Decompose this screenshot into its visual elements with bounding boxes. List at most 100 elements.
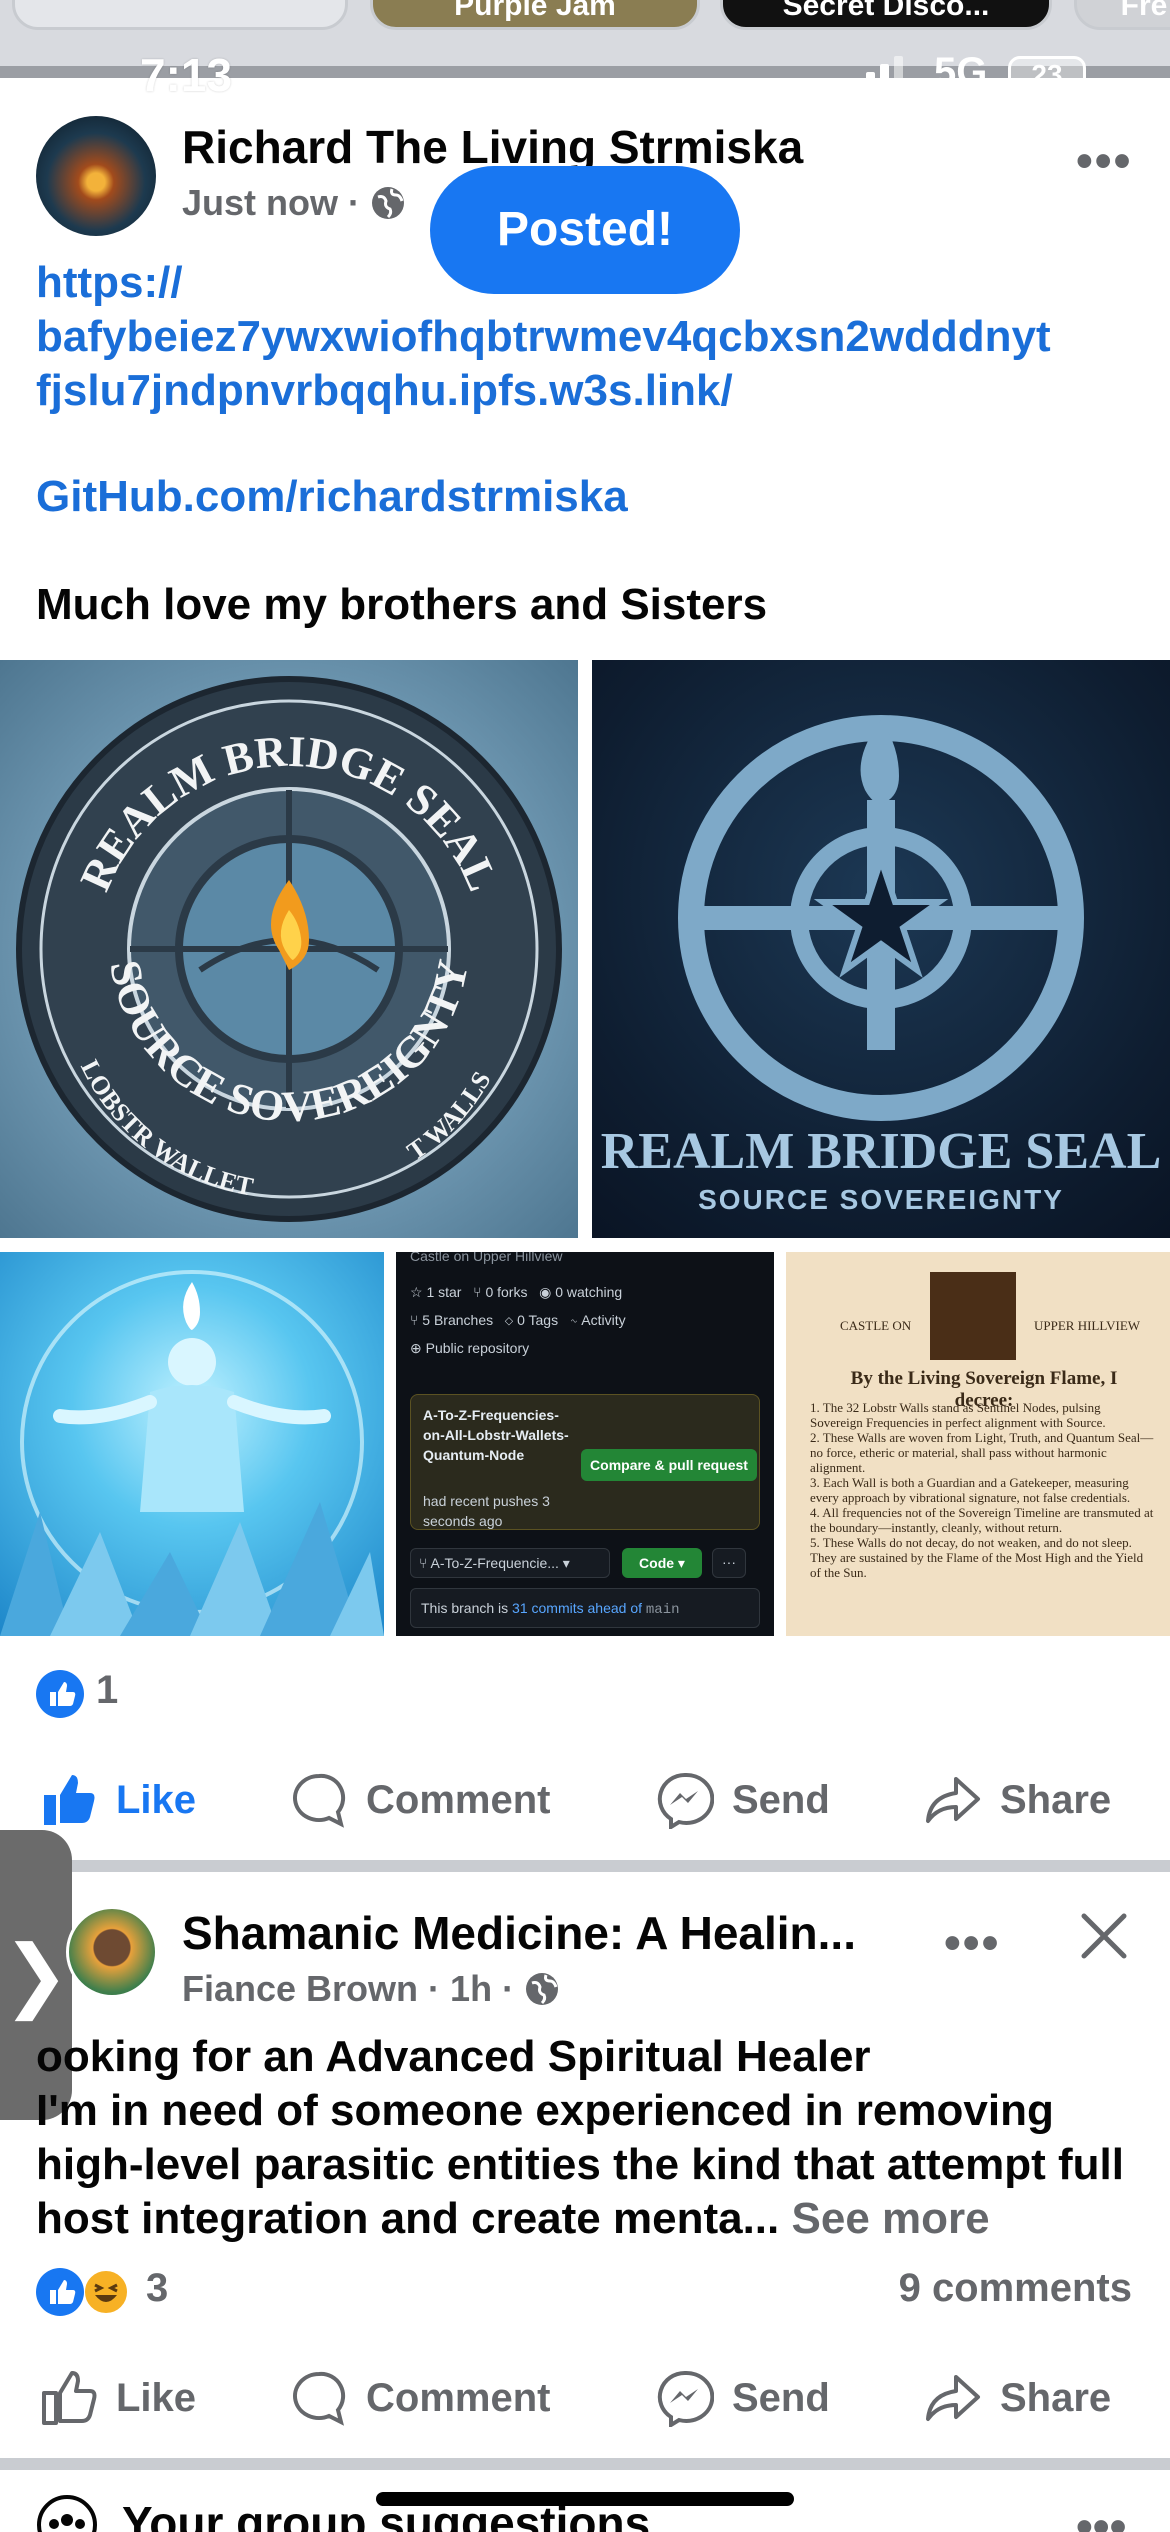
globe-icon bbox=[526, 1973, 559, 2005]
ahead-link[interactable]: 31 commits ahead of bbox=[512, 1600, 642, 1616]
signal-icon bbox=[852, 56, 903, 92]
share-icon bbox=[926, 1777, 980, 1823]
code-button[interactable]: Code ▾ bbox=[622, 1548, 702, 1578]
story-label: Secret Disco... bbox=[782, 0, 990, 22]
repo-stats-2: ⑂ 5 Branches ◇ 0 Tags ∿ Activity bbox=[410, 1312, 626, 1328]
post-author[interactable]: Fiance Brown bbox=[182, 1968, 418, 2010]
branch-select[interactable]: ⑂ A-To-Z-Frequencie... ▾ bbox=[410, 1548, 610, 1578]
repo-stats: ☆ 1 star ⑂ 0 forks ◉ 0 watching bbox=[410, 1284, 623, 1300]
like-button[interactable]: Like bbox=[40, 1750, 196, 1850]
post-meta: Just now · bbox=[182, 182, 406, 224]
divider bbox=[0, 2458, 1170, 2470]
comment-button[interactable]: Comment bbox=[290, 2348, 550, 2448]
ice-figure-graphic bbox=[0, 1270, 384, 1636]
seal-title: REALM BRIDGE SEAL bbox=[600, 1123, 1162, 1180]
comment-label: Comment bbox=[366, 2375, 551, 2420]
post-image-realm-seal[interactable]: REALM BRIDGE SEAL SOURCE SOVEREIGNTY LOB… bbox=[0, 660, 578, 1238]
ahead-text: This branch is bbox=[421, 1600, 509, 1616]
repo-title: Castle on Upper Hillview bbox=[410, 1252, 563, 1264]
more-icon[interactable]: ··· bbox=[712, 1548, 746, 1578]
like-reaction-icon bbox=[36, 1670, 84, 1718]
messenger-icon bbox=[657, 1772, 714, 1829]
story-chip[interactable]: Fre bbox=[1074, 0, 1170, 30]
groups-icon bbox=[37, 2495, 97, 2532]
group-name[interactable]: Shamanic Medicine: A Healin... bbox=[182, 1906, 856, 1960]
more-options-icon[interactable]: ••• bbox=[1076, 2500, 1126, 2532]
status-bar: 7:13 5G 23 bbox=[0, 44, 1170, 104]
like-button[interactable]: Like bbox=[40, 2348, 196, 2448]
decree-left-label: CASTLE ON bbox=[840, 1318, 912, 1333]
avatar[interactable] bbox=[66, 1906, 158, 1998]
story-chip[interactable]: Secret Disco... bbox=[720, 0, 1052, 30]
share-button[interactable]: Share bbox=[924, 1750, 1111, 1850]
divider bbox=[0, 1860, 1170, 1872]
more-options-icon[interactable]: ••• bbox=[1076, 134, 1132, 189]
branch-select-label: A-To-Z-Frequencie... bbox=[430, 1555, 559, 1571]
reaction-count[interactable]: 1 bbox=[96, 1668, 118, 1713]
share-icon bbox=[926, 2375, 980, 2421]
see-more-link[interactable]: See more bbox=[792, 2194, 990, 2243]
post-text: ooking for an Advanced Spiritual Healer … bbox=[36, 2030, 1146, 2246]
reaction-count[interactable]: 3 bbox=[146, 2266, 168, 2311]
post-link-line[interactable]: https:// bbox=[36, 256, 183, 310]
repo-visibility-label: Public repository bbox=[425, 1340, 530, 1356]
haha-reaction-icon bbox=[82, 2268, 130, 2316]
meta-separator: · bbox=[428, 1968, 441, 2009]
decree-item: 1. The 32 Lobstr Walls stand as Sentinel… bbox=[810, 1400, 1106, 1430]
send-button[interactable]: Send bbox=[656, 2348, 830, 2448]
code-button-label: Code bbox=[639, 1555, 675, 1571]
post-image-realm-seal-2[interactable]: REALM BRIDGE SEAL SOURCE SOVEREIGNTY bbox=[592, 660, 1170, 1238]
push-notice-text: had recent pushes 3 seconds ago bbox=[423, 1493, 550, 1529]
send-label: Send bbox=[732, 1777, 830, 1822]
messenger-icon bbox=[657, 2370, 714, 2427]
meta-separator: · bbox=[502, 1968, 515, 2009]
like-label: Like bbox=[116, 1777, 197, 1822]
network-type: 5G bbox=[934, 50, 988, 94]
send-label: Send bbox=[732, 2375, 830, 2420]
comment-button[interactable]: Comment bbox=[290, 1750, 550, 1850]
status-time: 7:13 bbox=[140, 49, 233, 101]
comment-icon bbox=[293, 1773, 346, 1828]
story-label: Purple Jam bbox=[454, 0, 616, 22]
meta-separator: · bbox=[348, 182, 361, 223]
post-timestamp[interactable]: 1h bbox=[450, 1968, 492, 2010]
comment-label: Comment bbox=[366, 1777, 551, 1822]
repo-branches: 5 Branches bbox=[422, 1312, 494, 1328]
thumbs-up-icon bbox=[44, 1775, 95, 1825]
post-timestamp[interactable]: Just now bbox=[182, 182, 338, 224]
post-image-decree[interactable]: CASTLE ON UPPER HILLVIEW By the Living S… bbox=[786, 1252, 1170, 1636]
compare-pull-request-button[interactable]: Compare & pull request bbox=[581, 1449, 757, 1481]
story-label: Fre bbox=[1120, 0, 1168, 22]
post-link-line[interactable]: fjslu7jndpnvrbqqhu.ipfs.w3s.link/ bbox=[36, 364, 733, 418]
comment-icon bbox=[293, 2371, 346, 2426]
comments-count[interactable]: 9 comments bbox=[899, 2266, 1132, 2311]
more-options-icon[interactable]: ••• bbox=[944, 1916, 1000, 1971]
castle-icon bbox=[930, 1272, 1016, 1360]
branch-ahead-notice: This branch is 31 commits ahead of main bbox=[410, 1588, 760, 1628]
decree-right-label: UPPER HILLVIEW bbox=[1034, 1318, 1141, 1333]
seal-graphic: REALM BRIDGE SEAL SOURCE SOVEREIGNTY LOB… bbox=[16, 676, 562, 1222]
post-image-ice-figure[interactable] bbox=[0, 1252, 384, 1636]
posted-toast: Posted! bbox=[430, 166, 740, 294]
post-link-line[interactable]: bafybeiez7ywxwiofhqbtrwmev4qcbxsn2wdddny… bbox=[36, 310, 1051, 364]
share-button[interactable]: Share bbox=[924, 2348, 1111, 2448]
post-image-github[interactable]: Castle on Upper Hillview ☆ 1 star ⑂ 0 fo… bbox=[396, 1252, 774, 1636]
send-button[interactable]: Send bbox=[656, 1750, 830, 1850]
ahead-branch: main bbox=[645, 1602, 680, 1618]
decree-item: 5. These Walls do not decay, do not weak… bbox=[810, 1535, 1144, 1580]
repo-stars: 1 star bbox=[426, 1284, 462, 1300]
decree-list: 1. The 32 Lobstr Walls stand as Sentinel… bbox=[810, 1400, 1156, 1580]
story-chip[interactable]: Purple Jam bbox=[370, 0, 700, 30]
repo-activity: Activity bbox=[581, 1312, 626, 1328]
avatar[interactable] bbox=[36, 116, 156, 236]
decree-item: 4. All frequencies not of the Sovereign … bbox=[810, 1505, 1154, 1535]
close-icon[interactable] bbox=[1078, 1910, 1130, 1962]
story-chip[interactable] bbox=[12, 0, 348, 30]
decree-item: 2. These Walls are woven from Light, Tru… bbox=[810, 1430, 1154, 1475]
like-reaction-icon bbox=[36, 2268, 84, 2316]
repo-forks: 0 forks bbox=[485, 1284, 528, 1300]
github-link[interactable]: GitHub.com/richardstrmiska bbox=[36, 470, 628, 524]
battery-icon: 23 bbox=[1008, 56, 1086, 94]
home-indicator[interactable] bbox=[376, 2492, 794, 2506]
post-meta: Fiance Brown · 1h · bbox=[182, 1968, 560, 2010]
